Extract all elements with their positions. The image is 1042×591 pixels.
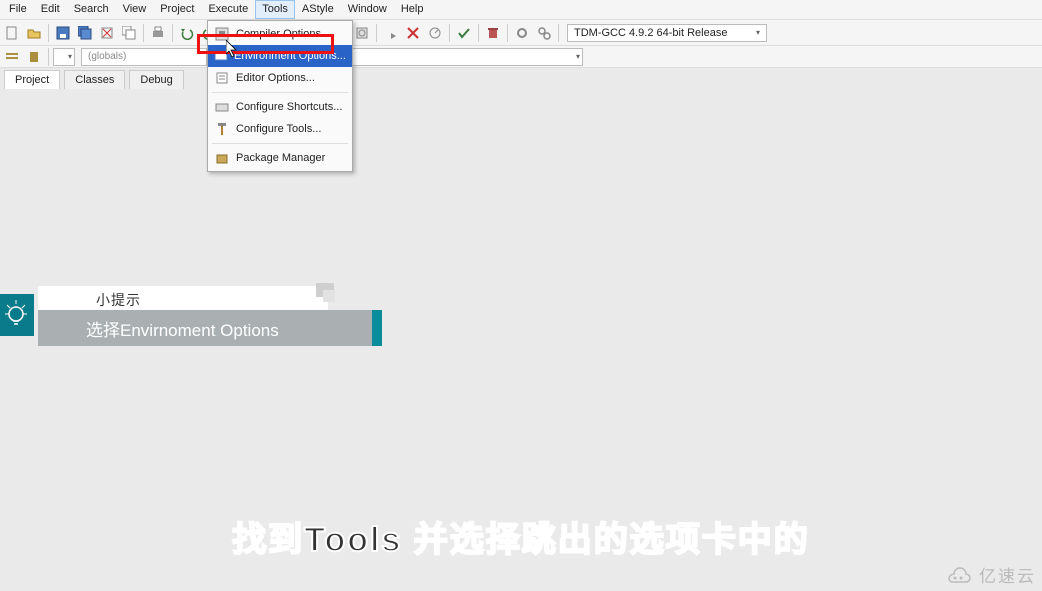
left-panel-tabs: Project Classes Debug: [0, 68, 1042, 89]
menu-item-configure-shortcuts[interactable]: Configure Shortcuts...: [208, 96, 352, 118]
toolbar-separator: [48, 24, 49, 42]
keyboard-icon: [214, 99, 230, 115]
tip-decoration: [323, 290, 335, 302]
rebuild-icon[interactable]: [352, 23, 372, 43]
menu-execute[interactable]: Execute: [201, 0, 255, 19]
menu-view[interactable]: View: [116, 0, 154, 19]
tab-debug[interactable]: Debug: [129, 70, 183, 89]
compiler-selector-text: TDM-GCC 4.9.2 64-bit Release: [574, 27, 727, 39]
new-file-icon[interactable]: [2, 23, 22, 43]
menu-item-label: Environment Options...: [234, 50, 346, 62]
globals-selector[interactable]: (globals): [81, 48, 207, 66]
tip-header-text: 小提示: [38, 286, 328, 310]
class-selector[interactable]: ▾: [53, 48, 75, 66]
video-caption: 找到Tools 并选择跳出的选项卡中的: [0, 512, 1042, 561]
toolbar-row-1: TDM-GCC 4.9.2 64-bit Release ▾: [0, 20, 1042, 46]
menu-item-label: Configure Shortcuts...: [236, 101, 342, 113]
toolbar-separator: [48, 48, 49, 66]
tab-project[interactable]: Project: [4, 70, 60, 89]
watermark-text: 亿速云: [979, 562, 1036, 587]
menu-project[interactable]: Project: [153, 0, 201, 19]
chevron-down-icon: ▾: [576, 52, 580, 61]
stop-icon[interactable]: [403, 23, 423, 43]
menu-separator: [212, 143, 348, 144]
tip-icon: [0, 294, 34, 336]
gears-icon[interactable]: [512, 23, 532, 43]
close-all-icon[interactable]: [119, 23, 139, 43]
open-icon[interactable]: [24, 23, 44, 43]
hammer-icon: [214, 121, 230, 137]
chevron-down-icon: ▾: [68, 52, 72, 61]
menu-item-label: Editor Options...: [236, 72, 315, 84]
editor-options-icon: [214, 70, 230, 86]
gears2-icon[interactable]: [534, 23, 554, 43]
save-all-icon[interactable]: [75, 23, 95, 43]
caption-text: 找到Tools 并选择跳出的选项卡中的: [232, 521, 810, 559]
toolbar-separator: [507, 24, 508, 42]
toolbar-separator: [143, 24, 144, 42]
menu-tools[interactable]: Tools: [255, 0, 295, 19]
print-icon[interactable]: [148, 23, 168, 43]
undo-icon[interactable]: [177, 23, 197, 43]
menu-item-label: Compiler Options...: [236, 28, 330, 40]
close-icon[interactable]: [97, 23, 117, 43]
profile-icon[interactable]: [425, 23, 445, 43]
toolbar-separator: [172, 24, 173, 42]
package-icon: [214, 150, 230, 166]
menu-item-environment-options[interactable]: Environment Options...: [208, 45, 352, 67]
menu-window[interactable]: Window: [341, 0, 394, 19]
tools-menu: Compiler Options... Environment Options.…: [207, 20, 353, 172]
environment-options-icon: [214, 48, 228, 64]
trash-icon[interactable]: [483, 23, 503, 43]
menu-item-label: Configure Tools...: [236, 123, 321, 135]
toolbar-row-2: ▾ (globals) ▾: [0, 46, 1042, 68]
menu-item-compiler-options[interactable]: Compiler Options...: [208, 23, 352, 45]
tab-classes[interactable]: Classes: [64, 70, 125, 89]
compiler-options-icon: [214, 26, 230, 42]
menu-item-configure-tools[interactable]: Configure Tools...: [208, 118, 352, 140]
chevron-down-icon: ▾: [756, 28, 760, 37]
watermark-logo-icon: [943, 565, 973, 585]
menu-edit[interactable]: Edit: [34, 0, 67, 19]
tip-accent: [372, 310, 382, 346]
toolbar-separator: [478, 24, 479, 42]
menu-item-editor-options[interactable]: Editor Options...: [208, 67, 352, 89]
goto-bookmark-icon[interactable]: [24, 47, 44, 67]
save-icon[interactable]: [53, 23, 73, 43]
watermark: 亿速云: [943, 562, 1036, 587]
menu-file[interactable]: File: [2, 0, 34, 19]
check-icon[interactable]: [454, 23, 474, 43]
menubar: File Edit Search View Project Execute To…: [0, 0, 1042, 20]
tip-body-text: 选择Envirnoment Options: [86, 316, 279, 341]
menu-separator: [212, 92, 348, 93]
toolbar-separator: [449, 24, 450, 42]
compiler-selector[interactable]: TDM-GCC 4.9.2 64-bit Release ▾: [567, 24, 767, 42]
menu-item-package-manager[interactable]: Package Manager: [208, 147, 352, 169]
toolbar-separator: [558, 24, 559, 42]
toolbar-separator: [376, 24, 377, 42]
tip-header: 小提示: [38, 286, 328, 310]
menu-item-label: Package Manager: [236, 152, 325, 164]
menu-help[interactable]: Help: [394, 0, 431, 19]
menu-astyle[interactable]: AStyle: [295, 0, 341, 19]
tip-body: 选择Envirnoment Options: [38, 310, 372, 346]
goto-func-icon[interactable]: [2, 47, 22, 67]
debug-icon[interactable]: [381, 23, 401, 43]
menu-search[interactable]: Search: [67, 0, 116, 19]
